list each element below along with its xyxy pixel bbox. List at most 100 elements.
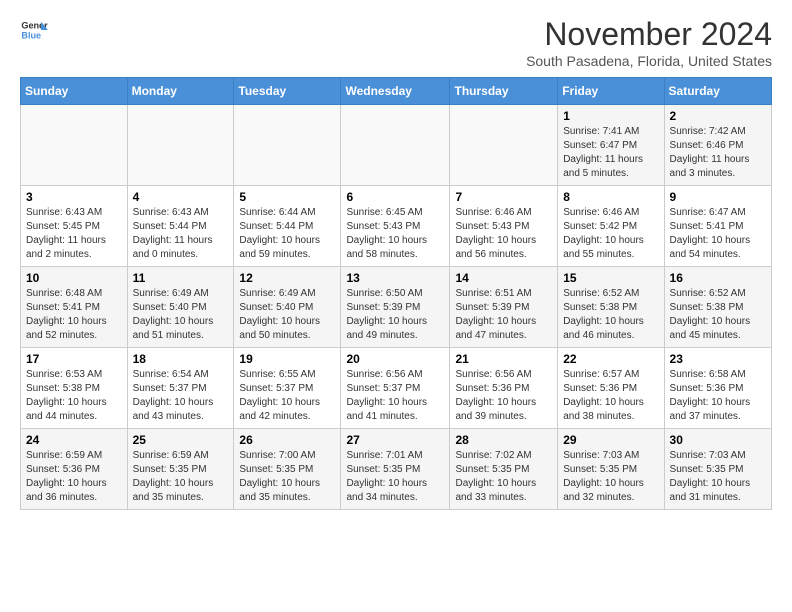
calendar-cell xyxy=(341,105,450,186)
day-number: 24 xyxy=(26,433,122,447)
day-header: Sunday xyxy=(21,78,128,105)
calendar-cell: 1 Sunrise: 7:41 AM Sunset: 6:47 PM Daylig… xyxy=(558,105,664,186)
day-info: Sunrise: 6:49 AM Sunset: 5:40 PM Dayligh… xyxy=(133,288,214,341)
calendar-week: 17 Sunrise: 6:53 AM Sunset: 5:38 PM Dayli… xyxy=(21,348,772,429)
day-number: 22 xyxy=(563,352,658,366)
calendar-cell: 16 Sunrise: 6:52 AM Sunset: 5:38 PM Dayli… xyxy=(664,267,771,348)
calendar-week: 3Sunrise: 6:43 AM Sunset: 5:45 PM Daylig… xyxy=(21,186,772,267)
day-info: Sunrise: 7:00 AM Sunset: 5:35 PM Dayligh… xyxy=(239,450,320,503)
day-info: Sunrise: 6:56 AM Sunset: 5:37 PM Dayligh… xyxy=(346,369,427,422)
day-number: 5 xyxy=(239,190,335,204)
day-info: Sunrise: 6:47 AM Sunset: 5:41 PM Dayligh… xyxy=(670,207,751,260)
day-number: 14 xyxy=(455,271,552,285)
day-number: 17 xyxy=(26,352,122,366)
calendar-cell: 22 Sunrise: 6:57 AM Sunset: 5:36 PM Dayli… xyxy=(558,348,664,429)
day-number: 3 xyxy=(26,190,122,204)
day-number: 29 xyxy=(563,433,658,447)
day-info: Sunrise: 6:52 AM Sunset: 5:38 PM Dayligh… xyxy=(670,288,751,341)
calendar-table: SundayMondayTuesdayWednesdayThursdayFrid… xyxy=(20,77,772,510)
day-info: Sunrise: 6:43 AM Sunset: 5:44 PM Dayligh… xyxy=(133,207,213,260)
day-header: Monday xyxy=(127,78,234,105)
day-number: 13 xyxy=(346,271,444,285)
day-info: Sunrise: 6:59 AM Sunset: 5:35 PM Dayligh… xyxy=(133,450,214,503)
day-number: 12 xyxy=(239,271,335,285)
day-header: Saturday xyxy=(664,78,771,105)
calendar-cell: 13 Sunrise: 6:50 AM Sunset: 5:39 PM Dayli… xyxy=(341,267,450,348)
day-header: Friday xyxy=(558,78,664,105)
calendar-cell: 30Sunrise: 7:03 AM Sunset: 5:35 PM Dayli… xyxy=(664,429,771,510)
day-number: 6 xyxy=(346,190,444,204)
calendar-cell: 23Sunrise: 6:58 AM Sunset: 5:36 PM Dayli… xyxy=(664,348,771,429)
day-info: Sunrise: 6:49 AM Sunset: 5:40 PM Dayligh… xyxy=(239,288,320,341)
calendar-cell: 8 Sunrise: 6:46 AM Sunset: 5:42 PM Daylig… xyxy=(558,186,664,267)
day-info: Sunrise: 6:52 AM Sunset: 5:38 PM Dayligh… xyxy=(563,288,644,341)
day-info: Sunrise: 6:54 AM Sunset: 5:37 PM Dayligh… xyxy=(133,369,214,422)
calendar-cell: 3Sunrise: 6:43 AM Sunset: 5:45 PM Daylig… xyxy=(21,186,128,267)
calendar-cell: 20Sunrise: 6:56 AM Sunset: 5:37 PM Dayli… xyxy=(341,348,450,429)
calendar-cell: 17 Sunrise: 6:53 AM Sunset: 5:38 PM Dayli… xyxy=(21,348,128,429)
day-number: 18 xyxy=(133,352,229,366)
calendar-cell xyxy=(127,105,234,186)
logo: General Blue xyxy=(20,16,48,44)
calendar-cell: 2 Sunrise: 7:42 AM Sunset: 6:46 PM Daylig… xyxy=(664,105,771,186)
day-number: 2 xyxy=(670,109,766,123)
day-info: Sunrise: 6:53 AM Sunset: 5:38 PM Dayligh… xyxy=(26,369,107,422)
calendar-cell: 9 Sunrise: 6:47 AM Sunset: 5:41 PM Daylig… xyxy=(664,186,771,267)
day-info: Sunrise: 6:56 AM Sunset: 5:36 PM Dayligh… xyxy=(455,369,536,422)
day-info: Sunrise: 6:48 AM Sunset: 5:41 PM Dayligh… xyxy=(26,288,107,341)
day-number: 8 xyxy=(563,190,658,204)
calendar-cell: 18 Sunrise: 6:54 AM Sunset: 5:37 PM Dayli… xyxy=(127,348,234,429)
day-number: 27 xyxy=(346,433,444,447)
svg-text:Blue: Blue xyxy=(21,30,41,40)
day-info: Sunrise: 7:42 AM Sunset: 6:46 PM Dayligh… xyxy=(670,126,750,179)
day-info: Sunrise: 6:51 AM Sunset: 5:39 PM Dayligh… xyxy=(455,288,536,341)
day-info: Sunrise: 7:03 AM Sunset: 5:35 PM Dayligh… xyxy=(563,450,644,503)
calendar-cell: 26 Sunrise: 7:00 AM Sunset: 5:35 PM Dayli… xyxy=(234,429,341,510)
day-info: Sunrise: 6:46 AM Sunset: 5:43 PM Dayligh… xyxy=(455,207,536,260)
calendar-cell xyxy=(234,105,341,186)
day-info: Sunrise: 6:50 AM Sunset: 5:39 PM Dayligh… xyxy=(346,288,427,341)
calendar-cell: 19Sunrise: 6:55 AM Sunset: 5:37 PM Dayli… xyxy=(234,348,341,429)
subtitle: South Pasadena, Florida, United States xyxy=(526,53,772,69)
calendar-cell: 10 Sunrise: 6:48 AM Sunset: 5:41 PM Dayli… xyxy=(21,267,128,348)
day-number: 9 xyxy=(670,190,766,204)
calendar-cell: 14 Sunrise: 6:51 AM Sunset: 5:39 PM Dayli… xyxy=(450,267,558,348)
calendar-cell: 29 Sunrise: 7:03 AM Sunset: 5:35 PM Dayli… xyxy=(558,429,664,510)
calendar-week: 24 Sunrise: 6:59 AM Sunset: 5:36 PM Dayli… xyxy=(21,429,772,510)
day-number: 16 xyxy=(670,271,766,285)
calendar-cell: 7 Sunrise: 6:46 AM Sunset: 5:43 PM Daylig… xyxy=(450,186,558,267)
day-number: 26 xyxy=(239,433,335,447)
header: General Blue November 2024 South Pasaden… xyxy=(20,16,772,69)
day-info: Sunrise: 6:58 AM Sunset: 5:36 PM Dayligh… xyxy=(670,369,751,422)
day-number: 15 xyxy=(563,271,658,285)
calendar-cell: 4 Sunrise: 6:43 AM Sunset: 5:44 PM Daylig… xyxy=(127,186,234,267)
calendar-cell: 27 Sunrise: 7:01 AM Sunset: 5:35 PM Dayli… xyxy=(341,429,450,510)
calendar-week: 10 Sunrise: 6:48 AM Sunset: 5:41 PM Dayli… xyxy=(21,267,772,348)
calendar-cell: 25Sunrise: 6:59 AM Sunset: 5:35 PM Dayli… xyxy=(127,429,234,510)
calendar-cell: 5Sunrise: 6:44 AM Sunset: 5:44 PM Daylig… xyxy=(234,186,341,267)
calendar-cell: 12 Sunrise: 6:49 AM Sunset: 5:40 PM Dayli… xyxy=(234,267,341,348)
day-number: 10 xyxy=(26,271,122,285)
day-info: Sunrise: 7:41 AM Sunset: 6:47 PM Dayligh… xyxy=(563,126,643,179)
calendar-cell: 6 Sunrise: 6:45 AM Sunset: 5:43 PM Daylig… xyxy=(341,186,450,267)
calendar-cell xyxy=(21,105,128,186)
calendar-cell: 28 Sunrise: 7:02 AM Sunset: 5:35 PM Dayli… xyxy=(450,429,558,510)
day-info: Sunrise: 6:57 AM Sunset: 5:36 PM Dayligh… xyxy=(563,369,644,422)
calendar-cell: 11Sunrise: 6:49 AM Sunset: 5:40 PM Dayli… xyxy=(127,267,234,348)
day-number: 28 xyxy=(455,433,552,447)
day-number: 4 xyxy=(133,190,229,204)
day-number: 30 xyxy=(670,433,766,447)
day-info: Sunrise: 6:59 AM Sunset: 5:36 PM Dayligh… xyxy=(26,450,107,503)
day-number: 1 xyxy=(563,109,658,123)
day-header: Tuesday xyxy=(234,78,341,105)
day-info: Sunrise: 6:45 AM Sunset: 5:43 PM Dayligh… xyxy=(346,207,427,260)
calendar-cell: 21 Sunrise: 6:56 AM Sunset: 5:36 PM Dayli… xyxy=(450,348,558,429)
day-info: Sunrise: 7:01 AM Sunset: 5:35 PM Dayligh… xyxy=(346,450,427,503)
day-info: Sunrise: 6:46 AM Sunset: 5:42 PM Dayligh… xyxy=(563,207,644,260)
day-info: Sunrise: 7:02 AM Sunset: 5:35 PM Dayligh… xyxy=(455,450,536,503)
day-number: 21 xyxy=(455,352,552,366)
day-number: 19 xyxy=(239,352,335,366)
day-header: Thursday xyxy=(450,78,558,105)
day-number: 7 xyxy=(455,190,552,204)
title-area: November 2024 South Pasadena, Florida, U… xyxy=(526,16,772,69)
